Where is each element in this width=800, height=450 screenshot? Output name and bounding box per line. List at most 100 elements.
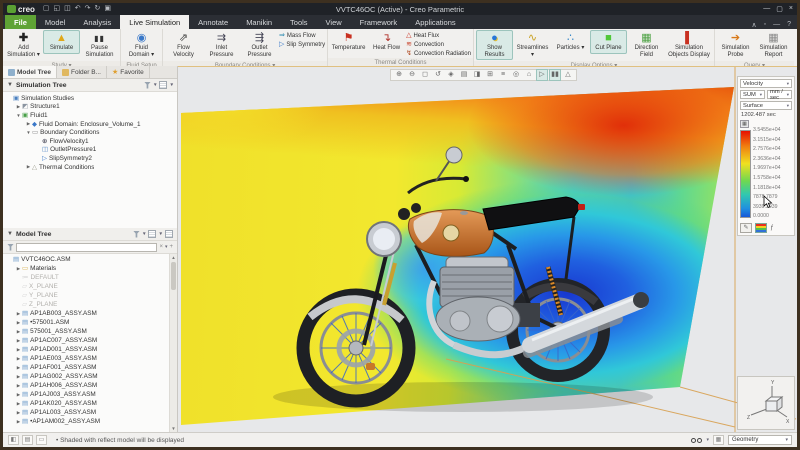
ribbon-button[interactable]: ▮▮Pause Simulation [81, 30, 118, 60]
ribbon-button[interactable]: ▌Simulation Objects Display [666, 30, 712, 60]
expand-arrow-icon[interactable]: ▶ [15, 419, 22, 425]
expand-arrow-icon[interactable]: ▶ [15, 392, 22, 398]
model-tree-item[interactable]: ≔ DEFAULT [3, 273, 169, 282]
graphics-toolbar-icon[interactable]: ⊞ [484, 70, 496, 80]
expand-arrow-icon[interactable]: ▶ [15, 266, 22, 272]
simulation-tree-item[interactable]: ▶ ◩ Structure1 [3, 103, 177, 112]
graphics-toolbar-icon[interactable]: ⊕ [393, 70, 405, 80]
expand-arrow-icon[interactable]: ▶ [15, 365, 22, 371]
collapse-caret-icon[interactable]: ▼ [7, 82, 13, 88]
ribbon-tab[interactable]: Tools [281, 15, 317, 29]
tab-model-tree[interactable]: Model Tree [3, 66, 57, 78]
model-tree-item[interactable]: ▶ ▤ AP1AK020_ASSY.ASM [3, 399, 169, 408]
simulation-tree-item[interactable]: ▼ ▭ Boundary Conditions [3, 128, 177, 137]
function-icon[interactable]: ƒ [770, 225, 773, 231]
tree-settings-icon[interactable] [159, 81, 167, 89]
legend-field-select[interactable]: Velocity▾ [740, 79, 792, 88]
expand-arrow-icon[interactable]: ▶ [25, 164, 32, 170]
ribbon-tab[interactable]: Model [36, 15, 74, 29]
graphics-toolbar-icon[interactable]: ◨ [471, 70, 483, 80]
model-tree-scrollbar[interactable]: ▲ ▼ [169, 254, 177, 432]
ribbon-tab[interactable]: Analysis [74, 15, 120, 29]
ribbon-button[interactable]: ■Cut Plane [590, 30, 627, 54]
model-tree-item[interactable]: ▶ ▤ •575001.ASM [3, 318, 169, 327]
search-caret-icon[interactable]: ▾ [165, 244, 168, 250]
model-tree-search-input[interactable] [16, 243, 157, 252]
probe-pick-icon[interactable]: ✎ [740, 223, 752, 233]
filter-caret-icon[interactable]: ▾ [154, 82, 157, 88]
save-icon[interactable]: ◫ [64, 4, 71, 14]
expand-arrow-icon[interactable]: ▶ [15, 329, 22, 335]
expand-arrow-icon[interactable]: ▶ [15, 356, 22, 362]
maximize-button[interactable]: ▢ [776, 5, 783, 13]
tab-favorites[interactable]: ★Favorite [107, 66, 150, 78]
expand-arrow-icon[interactable]: ▶ [15, 347, 22, 353]
graphics-toolbar-icon[interactable]: ⊖ [406, 70, 418, 80]
settings-caret-icon[interactable]: ▾ [159, 231, 162, 237]
simulation-tree-item[interactable]: ▶ ◆ Fluid Domain: Enclosure_Volume_1 [3, 120, 177, 129]
simulation-tree-item[interactable]: ⊕ FlowVelocity1 [3, 137, 177, 146]
model-tree-item[interactable]: ▶ ▤ AP1AE003_ASSY.ASM [3, 354, 169, 363]
close-button[interactable]: × [789, 5, 793, 13]
model-tree-item[interactable]: ▶ ▤ AP1AG002_ASSY.ASM [3, 372, 169, 381]
selection-filter-select[interactable]: Geometry▾ [728, 435, 792, 445]
expand-arrow-icon[interactable]: ▼ [25, 130, 32, 135]
model-tree-item[interactable]: ▶ ▤ •AP1AM002_ASSY.ASM [3, 417, 169, 426]
ribbon-tab[interactable]: File [5, 15, 36, 29]
ribbon-small-button[interactable]: ⇒Mass Flow [279, 32, 325, 39]
detail-tree-icon[interactable]: ▤ [22, 435, 33, 445]
model-tree-item[interactable]: ▶ ▤ AP1AH006_ASSY.ASM [3, 381, 169, 390]
help-icon[interactable]: ? [787, 21, 791, 29]
tree-columns-icon[interactable] [165, 230, 173, 238]
graphics-toolbar-icon[interactable]: ▤ [458, 70, 470, 80]
ribbon-button[interactable]: ⇶Outlet Pressure [241, 30, 278, 60]
model-tree-item[interactable]: ▱ X_PLANE [3, 282, 169, 291]
graphics-toolbar-icon[interactable]: ◈ [445, 70, 457, 80]
tree-settings-icon[interactable] [148, 230, 156, 238]
regenerate-icon[interactable]: ↻ [95, 4, 101, 14]
ribbon-tab[interactable]: Applications [406, 15, 464, 29]
collapse-caret-icon[interactable]: ▼ [7, 231, 13, 237]
expand-arrow-icon[interactable]: ▶ [15, 383, 22, 389]
simulation-tree-item[interactable]: ▼ ▣ Fluid1 [3, 111, 177, 120]
model-tree-item[interactable]: ▶ ▤ AP1AL003_ASSY.ASM [3, 408, 169, 417]
expand-arrow-icon[interactable]: ▶ [15, 311, 22, 317]
simulation-tree-item[interactable]: ◫ OutletPressure1 [3, 146, 177, 155]
ribbon-small-button[interactable]: ↯Convection Radiation [406, 50, 471, 57]
ribbon-button[interactable]: ◉Fluid Domain ▾ [123, 30, 160, 60]
model-tree-item[interactable]: ▤ VVTC46OC.ASM [3, 255, 169, 264]
scroll-up-icon[interactable]: ▲ [170, 254, 177, 261]
graphics-toolbar-icon[interactable]: ⌂ [523, 70, 535, 80]
ribbon-tab[interactable]: View [317, 15, 351, 29]
expand-arrow-icon[interactable]: ▶ [15, 410, 22, 416]
simulation-tree-item[interactable]: ▣ Simulation Studies [3, 94, 177, 103]
model-tree-toggle-icon[interactable]: ◧ [8, 435, 19, 445]
legend-aggregate-select[interactable]: SUM▾ [740, 90, 765, 99]
ribbon-button[interactable]: ∿Streamlines ▾ [514, 30, 551, 60]
expand-arrow-icon[interactable]: ▶ [15, 104, 22, 110]
select-box-icon[interactable]: ▦ [713, 435, 724, 445]
ribbon-small-button[interactable]: ≋Convection [406, 41, 471, 48]
expand-arrow-icon[interactable]: ▶ [15, 320, 22, 326]
windows-icon[interactable]: ▣ [104, 4, 111, 14]
graphics-viewport[interactable]: ⊕⊖◻↺◈▤◨⊞≡◎⌂▷▮▮△ Velocity▾ SUM▾ mm / sec▾… [178, 66, 797, 432]
ribbon-button[interactable]: ▦Simulation Report [755, 30, 792, 60]
model-tree-item[interactable]: ▶ ▭ Materials [3, 264, 169, 273]
model-tree-item[interactable]: ▶ ▤ AP1AB003_ASSY.ASM [3, 309, 169, 318]
user-icon[interactable]: ◦ [764, 21, 766, 29]
expand-arrow-icon[interactable]: ▼ [15, 113, 22, 118]
settings-caret-icon[interactable]: ▾ [170, 82, 173, 88]
graphics-toolbar-icon[interactable]: ◻ [419, 70, 431, 80]
orientation-triad-panel[interactable]: Y X Z [737, 376, 795, 430]
model-tree-item[interactable]: ▶ ▤ 575001_ASSY.ASM [3, 327, 169, 336]
redo-icon[interactable]: ↷ [85, 4, 91, 14]
model-tree-item[interactable]: ▱ Y_PLANE [3, 291, 169, 300]
add-filter-icon[interactable]: + [169, 244, 173, 250]
simulation-tree-item[interactable]: ▶ △ Thermal Conditions [3, 163, 177, 172]
filter-caret-icon[interactable]: ▾ [143, 231, 146, 237]
ribbon-button[interactable]: ▦Direction Field [628, 30, 665, 60]
legend-display-select[interactable]: Surface▾ [740, 101, 792, 110]
expand-arrow-icon[interactable]: ▶ [15, 338, 22, 344]
clear-search-icon[interactable]: × [159, 244, 163, 250]
expand-arrow-icon[interactable]: ▶ [15, 374, 22, 380]
